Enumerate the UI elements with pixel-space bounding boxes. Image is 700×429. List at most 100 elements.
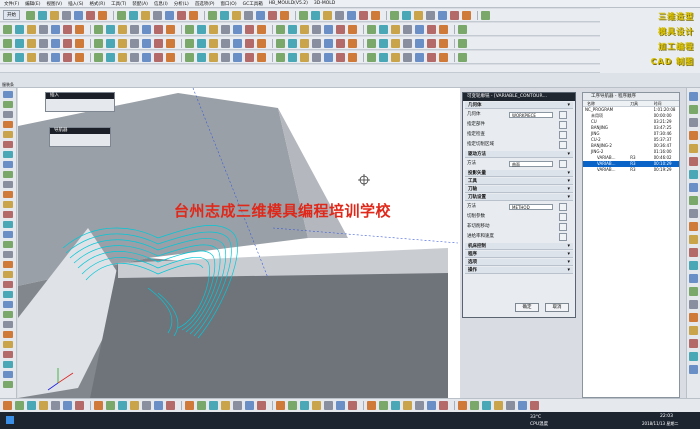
toolbar-2-tool-icon[interactable] (106, 38, 115, 48)
toolbar-3-tool-icon[interactable] (276, 52, 285, 62)
toolbar-1-tool-icon[interactable] (257, 24, 266, 34)
section-program[interactable]: 程序 (465, 251, 573, 258)
toolbar-3-tool-icon[interactable] (63, 52, 72, 62)
left-tool-icon[interactable] (3, 101, 13, 108)
left-tool-icon[interactable] (3, 321, 13, 328)
toolbar-0-tool-icon[interactable] (38, 10, 47, 20)
toolbar-2-tool-icon[interactable] (154, 38, 163, 48)
menu-item-0[interactable]: 文件(F) (4, 1, 19, 7)
bottom-tool-icon[interactable] (130, 401, 139, 410)
bottom-tool-icon[interactable] (233, 401, 242, 410)
toolbar-1-tool-icon[interactable] (130, 24, 139, 34)
toolbar-0-tool-icon[interactable] (62, 10, 71, 20)
left-tool-icon[interactable] (3, 331, 13, 338)
right-tool-icon[interactable] (689, 352, 698, 361)
toolbar-1-tool-icon[interactable] (27, 24, 36, 34)
menu-item-11[interactable]: GC工具箱 (243, 1, 263, 7)
toolbar-3-tool-icon[interactable] (3, 52, 12, 62)
left-tool-icon[interactable] (3, 271, 13, 278)
left-tool-icon[interactable] (3, 171, 13, 178)
right-tool-icon[interactable] (689, 339, 698, 348)
toolbar-3-tool-icon[interactable] (106, 52, 115, 62)
toolbar-1-tool-icon[interactable] (209, 24, 218, 34)
menu-item-10[interactable]: 窗口(O) (221, 1, 237, 7)
toolbar-1-tool-icon[interactable] (312, 24, 321, 34)
section-tool-axis[interactable]: 刀轴 (465, 186, 573, 193)
toolbar-3-tool-icon[interactable] (415, 52, 424, 62)
toolbar-1-tool-icon[interactable] (427, 24, 436, 34)
toolbar-2-tool-icon[interactable] (39, 38, 48, 48)
variable-contour-dialog[interactable]: 可变轮廓铣 - [VARIABLE_CONTOUR… 几何体 几何体 WORKP… (462, 92, 576, 318)
left-tool-icon[interactable] (3, 291, 13, 298)
menu-item-6[interactable]: 装配(A) (132, 1, 148, 7)
toolbar-3-tool-icon[interactable] (75, 52, 84, 62)
toolbar-1-tool-icon[interactable] (185, 24, 194, 34)
toolbar-2-tool-icon[interactable] (185, 38, 194, 48)
toolbar-0-tool-icon[interactable] (371, 10, 380, 20)
bottom-tool-icon[interactable] (75, 401, 84, 410)
bottom-tool-icon[interactable] (185, 401, 194, 410)
left-tool-icon[interactable] (3, 131, 13, 138)
toolbar-3-tool-icon[interactable] (221, 52, 230, 62)
toolbar-2-tool-icon[interactable] (75, 38, 84, 48)
bottom-tool-icon[interactable] (391, 401, 400, 410)
right-tool-icon[interactable] (689, 313, 698, 322)
right-tool-icon[interactable] (689, 144, 698, 153)
right-tool-icon[interactable] (689, 157, 698, 166)
toolbar-1-tool-icon[interactable] (348, 24, 357, 34)
bottom-tool-icon[interactable] (348, 401, 357, 410)
menu-item-8[interactable]: 分析(L) (174, 1, 189, 7)
toolbar-3-tool-icon[interactable] (336, 52, 345, 62)
toolbar-0-tool-icon[interactable] (311, 10, 320, 20)
toolbar-2-tool-icon[interactable] (336, 38, 345, 48)
cut-param-button[interactable] (559, 213, 567, 221)
toolbar-2-tool-icon[interactable] (27, 38, 36, 48)
ok-button[interactable]: 确定 (515, 303, 539, 312)
drive-method-select[interactable]: 曲面 (509, 161, 553, 167)
toolbar-1-tool-icon[interactable] (3, 24, 12, 34)
toolbar-0-tool-icon[interactable] (268, 10, 277, 20)
toolbar-3-tool-icon[interactable] (324, 52, 333, 62)
toolbar-2-tool-icon[interactable] (197, 38, 206, 48)
toolbar-1-tool-icon[interactable] (233, 24, 242, 34)
right-tool-icon[interactable] (689, 196, 698, 205)
ops-method-edit-button[interactable] (559, 203, 567, 211)
toolbar-3-tool-icon[interactable] (348, 52, 357, 62)
toolbar-0-tool-icon[interactable] (323, 10, 332, 20)
toolbar-1-tool-icon[interactable] (415, 24, 424, 34)
toolbar-2-tool-icon[interactable] (142, 38, 151, 48)
left-tool-icon[interactable] (3, 381, 13, 388)
bottom-tool-icon[interactable] (494, 401, 503, 410)
bottom-tool-icon[interactable] (470, 401, 479, 410)
left-tool-icon[interactable] (3, 151, 13, 158)
cut-area-select-button[interactable] (559, 141, 567, 149)
windows-icon[interactable] (6, 416, 14, 424)
toolbar-1-tool-icon[interactable] (391, 24, 400, 34)
toolbar-2-tool-icon[interactable] (209, 38, 218, 48)
bottom-tool-icon[interactable] (415, 401, 424, 410)
toolbar-1-tool-icon[interactable] (439, 24, 448, 34)
ops-method-select[interactable]: METHOD (509, 204, 553, 210)
toolbar-3-tool-icon[interactable] (300, 52, 309, 62)
toolbar-2-tool-icon[interactable] (245, 38, 254, 48)
noncut-button[interactable] (559, 223, 567, 231)
toolbar-1-tool-icon[interactable] (118, 24, 127, 34)
toolbar-2-tool-icon[interactable] (391, 38, 400, 48)
toolbar-0-tool-icon[interactable] (177, 10, 186, 20)
toolbar-1-tool-icon[interactable] (39, 24, 48, 34)
toolbar-2-tool-icon[interactable] (94, 38, 103, 48)
bottom-tool-icon[interactable] (3, 401, 12, 410)
left-tool-icon[interactable] (3, 351, 13, 358)
right-tool-icon[interactable] (689, 183, 698, 192)
bottom-tool-icon[interactable] (209, 401, 218, 410)
bottom-tool-icon[interactable] (403, 401, 412, 410)
toolbar-0-tool-icon[interactable] (50, 10, 59, 20)
toolbar-0-tool-icon[interactable] (129, 10, 138, 20)
toolbar-0-tool-icon[interactable] (414, 10, 423, 20)
bottom-tool-icon[interactable] (51, 401, 60, 410)
geometry-edit-button[interactable] (559, 111, 567, 119)
toolbar-0-tool-icon[interactable] (426, 10, 435, 20)
toolbar-3-tool-icon[interactable] (439, 52, 448, 62)
toolbar-3-tool-icon[interactable] (209, 52, 218, 62)
left-tool-icon[interactable] (3, 281, 13, 288)
